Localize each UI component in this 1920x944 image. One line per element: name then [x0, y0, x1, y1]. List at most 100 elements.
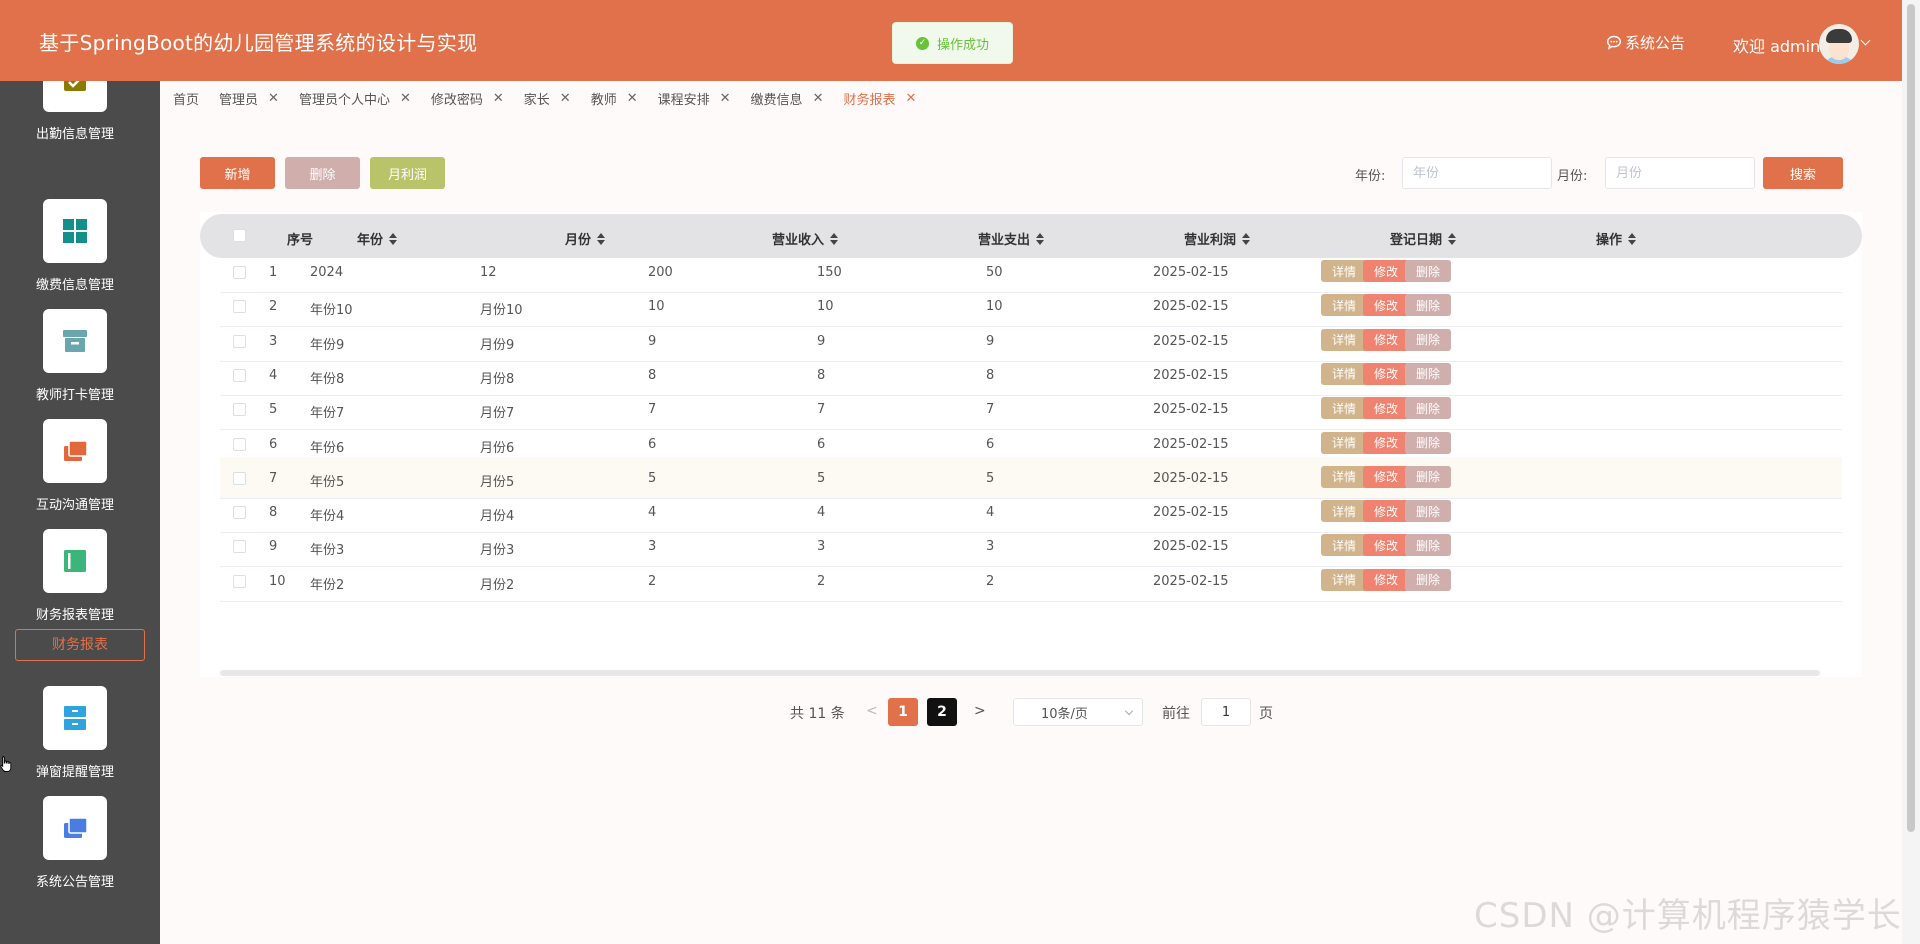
detail-button[interactable]: 详情 — [1321, 534, 1367, 557]
close-icon[interactable]: ✕ — [560, 91, 571, 106]
delete-button[interactable]: 删除 — [1405, 465, 1451, 488]
tab-home[interactable]: 首页 — [173, 89, 199, 108]
delete-button[interactable]: 删除 — [1405, 397, 1451, 420]
delete-button[interactable]: 删除 — [1405, 294, 1451, 317]
page-size-select[interactable]: 10条/页 — [1013, 698, 1143, 726]
success-toast: ✓ 操作成功 — [892, 22, 1013, 64]
detail-button[interactable]: 详情 — [1321, 500, 1367, 523]
row-checkbox[interactable] — [233, 437, 246, 451]
detail-button[interactable]: 详情 — [1321, 465, 1367, 488]
delete-button[interactable]: 删除 — [1405, 260, 1451, 282]
sort-icon[interactable] — [1036, 232, 1045, 245]
col-year[interactable]: 年份 — [357, 229, 398, 248]
edit-button[interactable]: 修改 — [1363, 431, 1409, 454]
close-icon[interactable]: ✕ — [400, 91, 411, 106]
table-row[interactable]: 10 年份2 月份2 2 2 2 2025-02-15 详情 修改 删除 — [220, 560, 1842, 602]
close-icon[interactable]: ✕ — [268, 91, 279, 106]
tab-payment-info[interactable]: 缴费信息 ✕ — [751, 89, 824, 108]
table-horizontal-scrollbar[interactable] — [220, 670, 1820, 676]
sort-icon[interactable] — [597, 232, 606, 245]
edit-button[interactable]: 修改 — [1363, 397, 1409, 420]
year-search-input[interactable] — [1402, 157, 1552, 189]
col-month[interactable]: 月份 — [565, 229, 606, 248]
sidebar-item-popup-reminder[interactable]: 弹窗提醒管理 — [0, 686, 150, 796]
select-all-checkbox[interactable] — [233, 229, 246, 242]
col-revenue[interactable]: 营业收入 — [772, 229, 839, 248]
edit-button[interactable]: 修改 — [1363, 260, 1409, 282]
tab-change-password[interactable]: 修改密码 ✕ — [431, 89, 504, 108]
row-checkbox[interactable] — [233, 300, 246, 314]
delete-button[interactable]: 删除 — [1405, 362, 1451, 385]
month-search-input[interactable] — [1605, 157, 1755, 189]
sort-icon[interactable] — [830, 232, 839, 245]
page-1-button[interactable]: 1 — [888, 698, 918, 726]
delete-button[interactable]: 删除 — [1405, 534, 1451, 557]
row-checkbox[interactable] — [233, 574, 246, 588]
chevron-down-icon[interactable] — [1860, 35, 1871, 46]
close-icon[interactable]: ✕ — [720, 91, 731, 106]
tab-course-schedule[interactable]: 课程安排 ✕ — [658, 89, 731, 108]
detail-button[interactable]: 详情 — [1321, 568, 1367, 591]
prev-page-button[interactable]: < — [866, 703, 878, 719]
detail-button[interactable]: 详情 — [1321, 328, 1367, 351]
sort-icon[interactable] — [389, 232, 398, 245]
delete-button[interactable]: 删除 — [1405, 568, 1451, 591]
sidebar-item-finance[interactable]: 财务报表管理 — [0, 529, 150, 639]
row-checkbox[interactable] — [233, 266, 246, 279]
add-button[interactable]: 新增 — [200, 157, 275, 189]
next-page-button[interactable]: > — [974, 703, 986, 719]
row-checkbox[interactable] — [233, 334, 246, 348]
tab-admin-center[interactable]: 管理员个人中心 ✕ — [299, 89, 411, 108]
edit-button[interactable]: 修改 — [1363, 328, 1409, 351]
sidebar-item-system-notice[interactable]: 系统公告管理 — [0, 796, 150, 906]
detail-button[interactable]: 详情 — [1321, 362, 1367, 385]
sidebar-item-communication[interactable]: 互动沟通管理 — [0, 419, 150, 529]
tab-teacher[interactable]: 教师 ✕ — [591, 89, 638, 108]
row-checkbox[interactable] — [233, 540, 246, 554]
tab-parent[interactable]: 家长 ✕ — [524, 89, 571, 108]
edit-button[interactable]: 修改 — [1363, 362, 1409, 385]
row-checkbox[interactable] — [233, 506, 246, 520]
close-icon[interactable]: ✕ — [813, 91, 824, 106]
close-icon[interactable]: ✕ — [905, 91, 916, 106]
sort-icon[interactable] — [1448, 232, 1457, 245]
edit-button[interactable]: 修改 — [1363, 465, 1409, 488]
submenu-finance-report[interactable]: 财务报表 — [15, 629, 145, 661]
edit-button[interactable]: 修改 — [1363, 534, 1409, 557]
edit-button[interactable]: 修改 — [1363, 568, 1409, 591]
detail-button[interactable]: 详情 — [1321, 431, 1367, 454]
user-avatar[interactable] — [1819, 24, 1859, 64]
sort-icon[interactable] — [1628, 232, 1637, 245]
sidebar-item-attendance[interactable]: 出勤信息管理 — [0, 81, 150, 158]
monthly-profit-button[interactable]: 月利润 — [370, 157, 445, 189]
row-checkbox[interactable] — [233, 368, 246, 382]
sort-icon[interactable] — [1242, 232, 1251, 245]
detail-button[interactable]: 详情 — [1321, 397, 1367, 420]
col-date[interactable]: 登记日期 — [1390, 229, 1457, 248]
edit-button[interactable]: 修改 — [1363, 294, 1409, 317]
page-scrollbar[interactable] — [1902, 0, 1920, 944]
goto-page-input[interactable] — [1201, 698, 1251, 726]
batch-delete-button[interactable]: 删除 — [285, 157, 360, 189]
delete-button[interactable]: 删除 — [1405, 500, 1451, 523]
col-actions[interactable]: 操作 — [1596, 229, 1637, 248]
col-expense[interactable]: 营业支出 — [978, 229, 1045, 248]
page-2-button[interactable]: 2 — [927, 698, 957, 726]
system-notice-link[interactable]: 系统公告 — [1606, 32, 1685, 53]
row-checkbox[interactable] — [233, 471, 246, 485]
check-circle-icon: ✓ — [915, 36, 929, 50]
detail-button[interactable]: 详情 — [1321, 294, 1367, 317]
tab-finance-report[interactable]: 财务报表 ✕ — [843, 89, 916, 108]
row-checkbox[interactable] — [233, 403, 246, 417]
close-icon[interactable]: ✕ — [627, 91, 638, 106]
detail-button[interactable]: 详情 — [1321, 260, 1367, 282]
sidebar-item-payment[interactable]: 缴费信息管理 — [0, 199, 150, 309]
sidebar-item-teacher-checkin[interactable]: 教师打卡管理 — [0, 309, 150, 419]
delete-button[interactable]: 删除 — [1405, 431, 1451, 454]
delete-button[interactable]: 删除 — [1405, 328, 1451, 351]
search-button[interactable]: 搜索 — [1763, 157, 1843, 189]
close-icon[interactable]: ✕ — [493, 91, 504, 106]
edit-button[interactable]: 修改 — [1363, 500, 1409, 523]
tab-admin[interactable]: 管理员 ✕ — [219, 89, 279, 108]
col-profit[interactable]: 营业利润 — [1184, 229, 1251, 248]
